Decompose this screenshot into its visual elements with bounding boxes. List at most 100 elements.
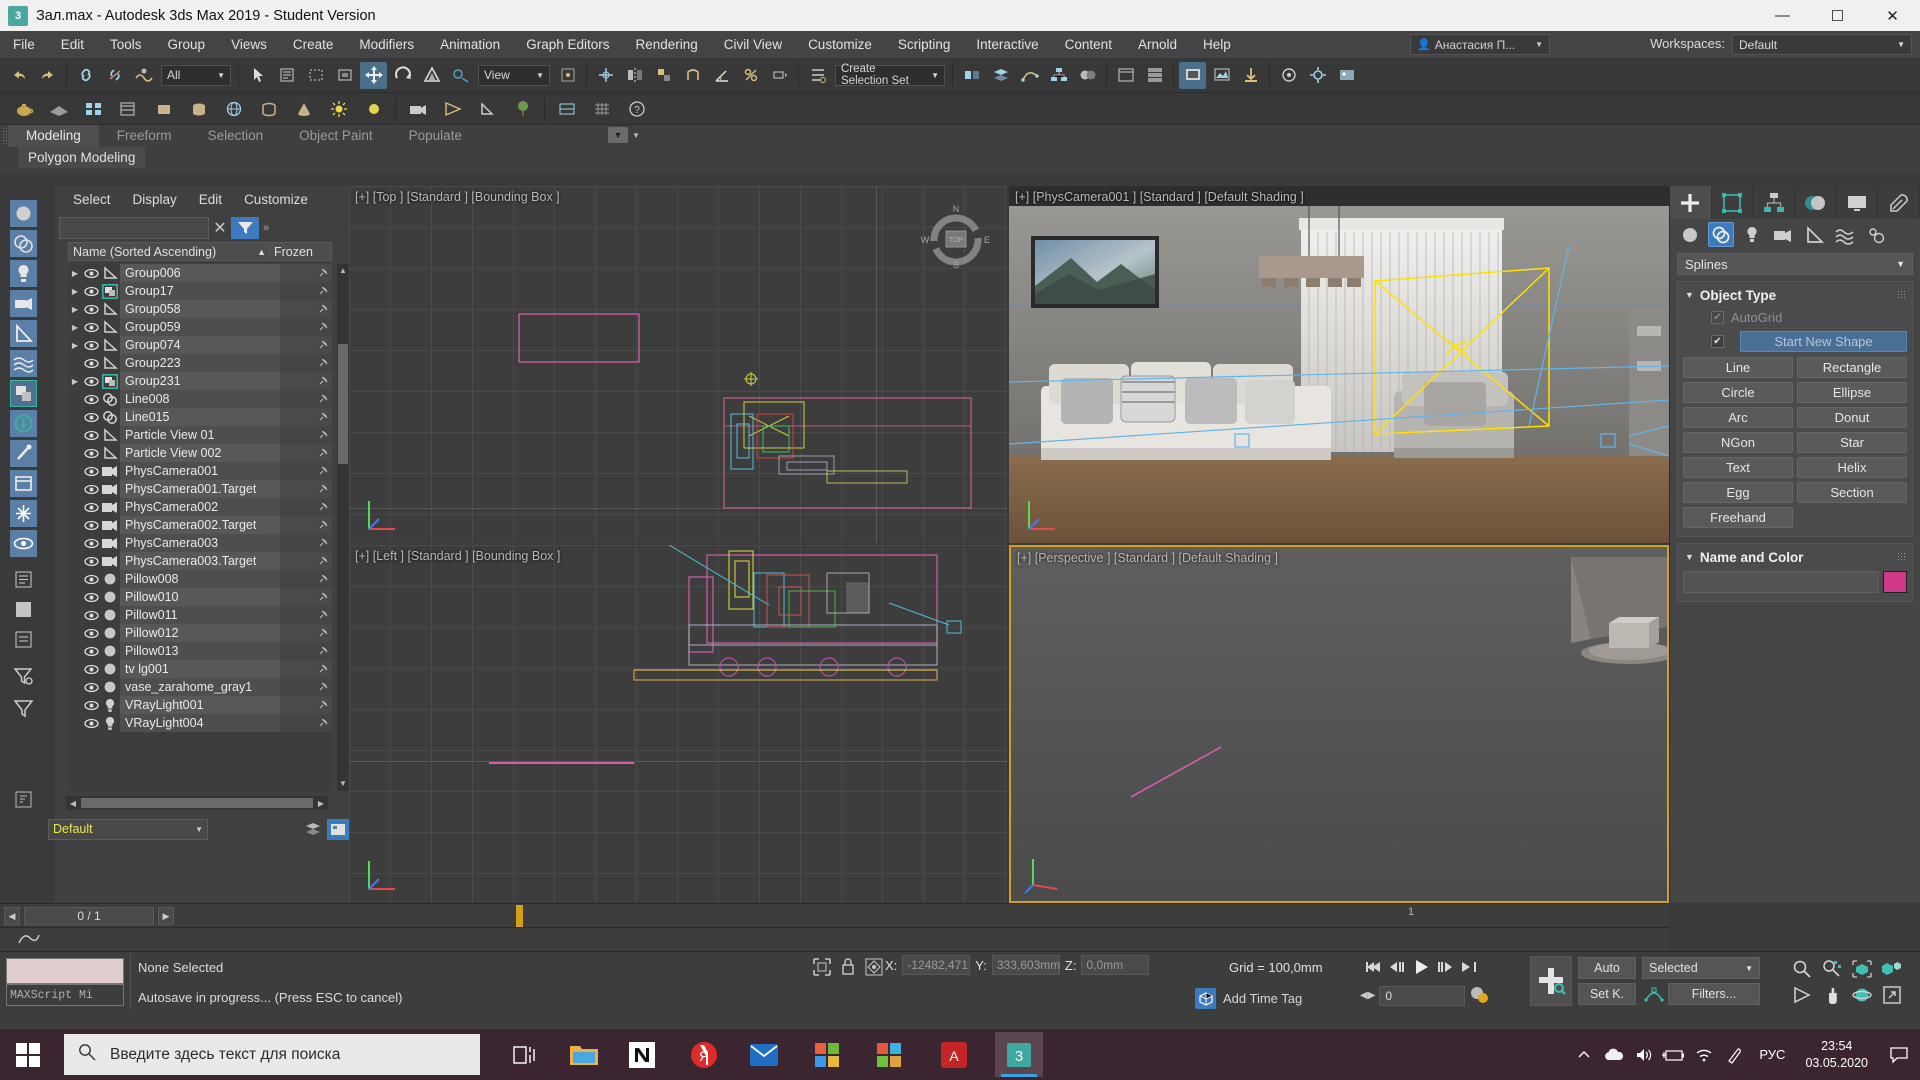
table-row[interactable]: PhysCamera001.Target	[68, 480, 332, 498]
menu-customize[interactable]: Customize	[795, 31, 885, 58]
visibility-eye-icon[interactable]	[82, 268, 100, 279]
table-row[interactable]: ▶ Group059	[68, 318, 332, 336]
object-name[interactable]: VRayLight001	[120, 696, 280, 714]
table-row[interactable]: Particle View 01	[68, 426, 332, 444]
autogrid-row[interactable]: ✔ AutoGrid	[1683, 307, 1907, 328]
material-editor-button[interactable]	[1074, 62, 1101, 89]
object-name[interactable]: Group074	[120, 336, 280, 354]
shapes-icon[interactable]	[1708, 222, 1734, 247]
tube-icon[interactable]	[254, 96, 283, 122]
go-to-end-button[interactable]	[1458, 956, 1480, 978]
object-name[interactable]: Pillow012	[120, 624, 280, 642]
track-bar-curve-icon[interactable]	[18, 931, 40, 948]
zoom-extents-all-icon[interactable]	[1878, 956, 1906, 981]
visibility-eye-icon[interactable]	[82, 484, 100, 495]
tab-object-paint[interactable]: Object Paint	[281, 125, 391, 147]
object-name[interactable]: Line015	[120, 408, 280, 426]
foliage-icon[interactable]	[508, 96, 537, 122]
display-bones-icon[interactable]	[10, 440, 37, 467]
pin-icon[interactable]	[319, 718, 328, 727]
chevron-up-icon[interactable]	[1569, 1029, 1599, 1080]
maximize-viewport-toggle-icon[interactable]	[1878, 982, 1906, 1007]
close-button[interactable]: ✕	[1865, 0, 1920, 31]
table-row[interactable]: VRayLight004	[68, 714, 332, 732]
object-name[interactable]: PhysCamera002.Target	[120, 516, 280, 534]
more-options-icon[interactable]: »	[259, 222, 273, 234]
target-light-icon[interactable]	[438, 96, 467, 122]
use-pivot-point-center-button[interactable]	[554, 62, 581, 89]
menu-scripting[interactable]: Scripting	[885, 31, 964, 58]
pin-icon[interactable]	[319, 268, 328, 277]
viewport-top[interactable]: [+] [Top ] [Standard ] [Bounding Box ] T…	[349, 186, 1007, 543]
menu-graph-editors[interactable]: Graph Editors	[513, 31, 622, 58]
spinner-snap-toggle-button[interactable]	[766, 62, 793, 89]
pin-icon[interactable]	[319, 592, 328, 601]
notification-icon[interactable]	[1878, 1029, 1920, 1080]
orbit-view-icon[interactable]	[1848, 982, 1876, 1007]
selection-filter-dropdown[interactable]: All ▼	[161, 64, 231, 86]
object-name[interactable]: Pillow013	[120, 642, 280, 660]
expand-arrow-icon[interactable]: ▶	[68, 377, 82, 386]
user-account-dropdown[interactable]: 👤 Анастасия П... ▼	[1410, 34, 1550, 55]
visibility-eye-icon[interactable]	[82, 556, 100, 567]
visibility-eye-icon[interactable]	[82, 520, 100, 531]
object-name[interactable]: Group231	[120, 372, 280, 390]
go-to-start-button[interactable]	[1362, 956, 1384, 978]
select-and-rotate-button[interactable]	[389, 62, 416, 89]
geometry-icon[interactable]	[1677, 222, 1703, 247]
visibility-eye-icon[interactable]	[82, 394, 100, 405]
helpers-icon[interactable]	[1801, 222, 1827, 247]
menu-create[interactable]: Create	[280, 31, 347, 58]
menu-arnold[interactable]: Arnold	[1125, 31, 1190, 58]
menu-group[interactable]: Group	[155, 31, 219, 58]
visibility-eye-icon[interactable]	[82, 286, 100, 297]
filter-settings-icon[interactable]	[10, 662, 37, 689]
expand-arrow-icon[interactable]: ▶	[68, 269, 82, 278]
pin-icon[interactable]	[319, 304, 328, 313]
mirror-button[interactable]	[621, 62, 648, 89]
freehand-button[interactable]: Freehand	[1683, 507, 1793, 528]
arc-button[interactable]: Arc	[1683, 407, 1793, 428]
tab-selection[interactable]: Selection	[190, 125, 282, 147]
add-to-layer-icon[interactable]	[327, 818, 349, 840]
table-row[interactable]: Pillow008	[68, 570, 332, 588]
table-row[interactable]: tv lg001	[68, 660, 332, 678]
default-in-out-tangent-icon[interactable]	[1642, 983, 1666, 1005]
angle-snap-toggle-button[interactable]	[708, 62, 735, 89]
render-settings-gear-icon[interactable]	[1304, 62, 1331, 89]
pin-icon[interactable]	[319, 682, 328, 691]
hierarchy-tab[interactable]	[1753, 186, 1796, 219]
display-helpers-icon[interactable]	[10, 320, 37, 347]
maxscript-listener-swatch[interactable]	[6, 958, 124, 984]
lights-icon[interactable]	[1739, 222, 1765, 247]
teapot-icon[interactable]	[9, 96, 38, 122]
help-icon[interactable]: ?	[622, 96, 651, 122]
select-by-name-button[interactable]	[273, 62, 300, 89]
visibility-eye-icon[interactable]	[82, 304, 100, 315]
object-name[interactable]: vase_zarahome_gray1	[120, 678, 280, 696]
visibility-eye-icon[interactable]	[82, 448, 100, 459]
pin-icon[interactable]	[319, 538, 328, 547]
z-field[interactable]: 0,0mm	[1081, 955, 1150, 975]
ribbon-options-dropdown[interactable]: ▼ ▼	[608, 127, 640, 143]
time-configuration-icon[interactable]	[1469, 984, 1489, 1007]
time-slider[interactable]: ◀ 0 / 1 ▶ 1	[0, 903, 1669, 927]
object-type-header[interactable]: ▼ Object Type	[1683, 286, 1907, 304]
object-name[interactable]: Pillow010	[120, 588, 280, 606]
line-button[interactable]: Line	[1683, 357, 1793, 378]
text-button[interactable]: Text	[1683, 457, 1793, 478]
menu-modifiers[interactable]: Modifiers	[346, 31, 427, 58]
box-icon[interactable]	[149, 96, 178, 122]
set-keys-button[interactable]	[1530, 956, 1572, 1006]
visibility-eye-icon[interactable]	[82, 682, 100, 693]
taskbar-search-box[interactable]: Введите здесь текст для поиска	[64, 1034, 480, 1075]
pin-icon[interactable]	[319, 466, 328, 475]
display-hidden-icon[interactable]	[10, 530, 37, 557]
play-animation-button[interactable]	[1410, 956, 1432, 978]
snapshot-icon[interactable]	[114, 96, 143, 122]
visibility-eye-icon[interactable]	[82, 592, 100, 603]
display-space-warps-icon[interactable]	[10, 350, 37, 377]
next-frame-button[interactable]: ▶	[158, 907, 174, 925]
yandex-browser-icon[interactable]: Я	[680, 1032, 728, 1077]
table-row[interactable]: Pillow010	[68, 588, 332, 606]
